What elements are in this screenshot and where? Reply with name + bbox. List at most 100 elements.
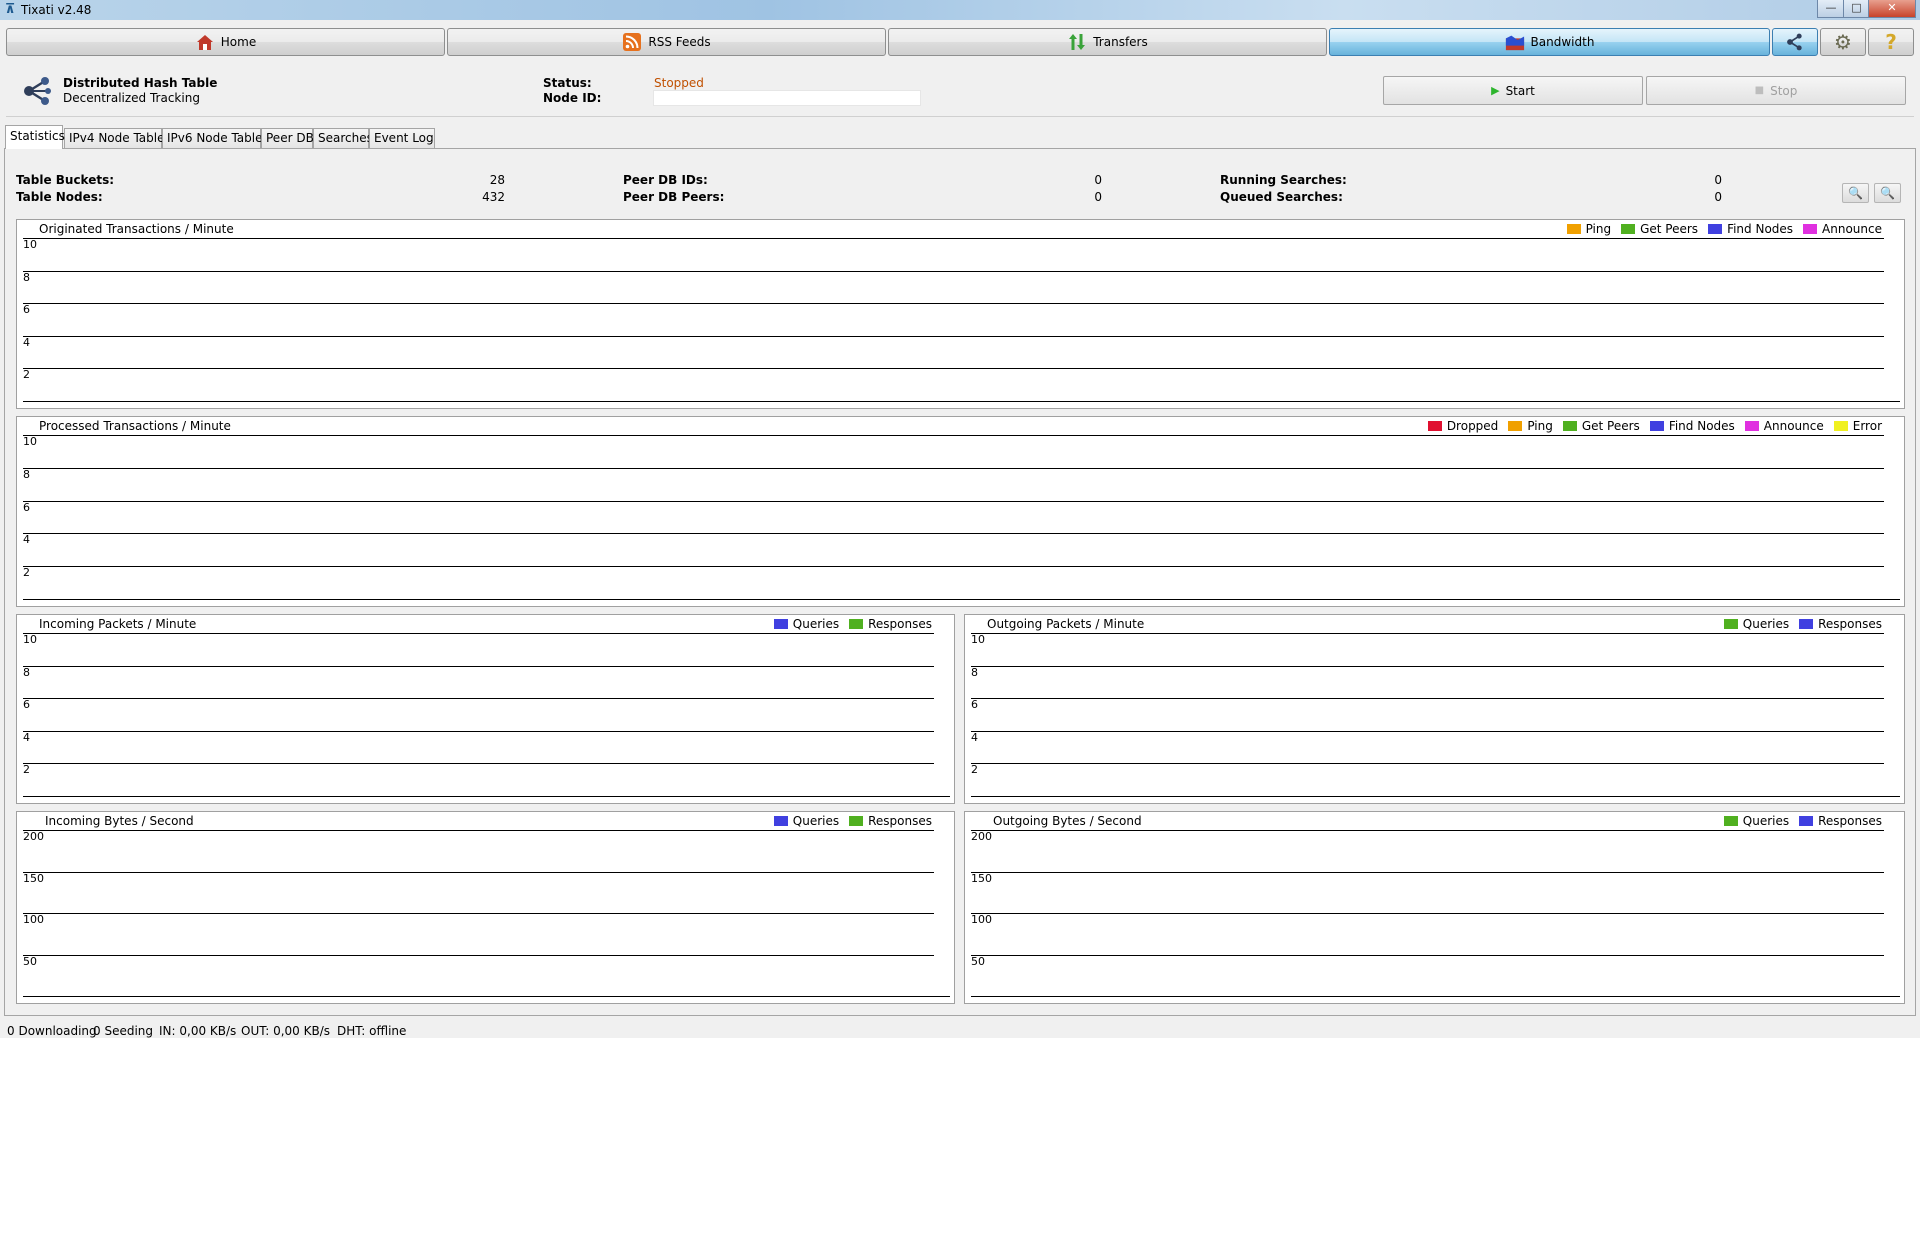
nav-dht-button[interactable] [1772, 28, 1818, 56]
y-tick-label: 50 [971, 955, 985, 968]
rss-icon [622, 32, 642, 52]
chart-legend: Queries Responses [1723, 814, 1882, 828]
running-searches-label: Running Searches: [1220, 173, 1347, 187]
chart-legend: Ping Get Peers Find Nodes Announce [1566, 222, 1882, 236]
legend-label: Error [1852, 419, 1882, 433]
legend-swatch [849, 816, 864, 826]
table-buckets-value: 28 [489, 173, 505, 187]
gridline [23, 731, 934, 732]
gridline [23, 501, 1884, 502]
outgoing-packets-minute-chart: Outgoing Packets / Minute Queries Response… [964, 614, 1905, 804]
tab-peer-db[interactable]: Peer DB [261, 128, 314, 148]
tab-ipv6-node-table[interactable]: IPv6 Node Table [162, 128, 263, 148]
nav-help-button[interactable]: ? [1868, 28, 1914, 56]
legend-swatch [1621, 224, 1636, 234]
legend-item-responses: Responses [849, 617, 932, 631]
gridline [971, 872, 1884, 873]
chart-legend: Queries Responses [773, 617, 932, 631]
gridline [23, 303, 1884, 304]
close-button[interactable]: ✕ [1868, 0, 1916, 18]
gridline [23, 368, 1884, 369]
gridline [23, 336, 1884, 337]
y-tick-label: 100 [971, 913, 992, 926]
legend-swatch [1708, 224, 1723, 234]
nav-home-button[interactable]: Home [6, 28, 445, 56]
legend-label: Queries [792, 814, 840, 828]
nav-bandwidth-button[interactable]: Bandwidth [1329, 28, 1770, 56]
legend-label: Responses [868, 814, 932, 828]
legend-swatch [1566, 224, 1581, 234]
legend-swatch [1508, 421, 1523, 431]
nav-rss-button[interactable]: RSS Feeds [447, 28, 886, 56]
legend-label: Responses [868, 617, 932, 631]
gridline [971, 763, 1884, 764]
zoom-in-button[interactable]: 🔍 [1842, 183, 1869, 203]
peer-db-ids-value: 0 [1094, 173, 1102, 187]
stop-icon: ■ [1754, 85, 1765, 96]
legend-item-ping: Ping [1508, 419, 1553, 433]
chart-title: Outgoing Packets / Minute [987, 617, 1145, 631]
legend-swatch [1723, 619, 1738, 629]
y-tick-label: 10 [23, 435, 37, 448]
dht-icon [20, 74, 54, 111]
incoming-packets-minute-chart: Incoming Packets / Minute Queries Response… [16, 614, 955, 804]
nav-settings-button[interactable]: ⚙ [1820, 28, 1866, 56]
legend-item-dropped: Dropped [1427, 419, 1499, 433]
legend-swatch [1799, 816, 1814, 826]
transfers-icon [1067, 32, 1087, 52]
legend-swatch [1833, 421, 1848, 431]
y-tick-label: 2 [971, 763, 978, 776]
tab-searches[interactable]: Searches [313, 128, 373, 148]
start-label: Start [1505, 83, 1535, 98]
dht-subtitle: Decentralized Tracking [63, 91, 200, 105]
zoom-out-button[interactable]: 🔍 [1874, 183, 1901, 203]
originated-transactions-minute-chart: Originated Transactions / Minute Ping Get … [16, 219, 1905, 409]
legend-label: Dropped [1446, 419, 1499, 433]
bandwidth-icon [1505, 32, 1525, 52]
gridline [23, 533, 1884, 534]
stop-label: Stop [1770, 83, 1798, 98]
table-nodes-label: Table Nodes: [16, 190, 103, 204]
gridline [971, 731, 1884, 732]
x-axis-line [971, 796, 1900, 797]
x-axis-line [23, 599, 1900, 600]
tab-statistics[interactable]: Statistics [5, 125, 65, 149]
start-button[interactable]: ▶ Start [1383, 76, 1643, 105]
minimize-button[interactable]: — [1817, 0, 1845, 18]
y-tick-label: 8 [23, 666, 30, 679]
queued-searches-label: Queued Searches: [1220, 190, 1343, 204]
legend-label: Ping [1527, 419, 1553, 433]
legend-item-responses: Responses [1799, 814, 1882, 828]
node-id-field[interactable] [653, 90, 921, 106]
legend-label: Responses [1818, 617, 1882, 631]
legend-label: Announce [1822, 222, 1882, 236]
node-id-label: Node ID: [543, 91, 602, 105]
tab-ipv4-node-table[interactable]: IPv4 Node Table [64, 128, 165, 148]
legend-swatch [773, 816, 788, 826]
y-tick-label: 4 [23, 336, 30, 349]
legend-label: Find Nodes [1668, 419, 1735, 433]
stop-button[interactable]: ■ Stop [1646, 76, 1906, 105]
status-label: Status: [543, 76, 592, 90]
title-bar[interactable]: ⊼ Tixati v2.48 — □ ✕ [0, 0, 1920, 20]
peer-db-peers-label: Peer DB Peers: [623, 190, 725, 204]
processed-transactions-minute-chart: Processed Transactions / Minute Dropped Pi… [16, 416, 1905, 607]
running-searches-value: 0 [1714, 173, 1722, 187]
legend-item-find-nodes: Find Nodes [1708, 222, 1793, 236]
maximize-button[interactable]: □ [1843, 0, 1870, 18]
app-icon: ⊼ [4, 2, 16, 17]
chart-title: Outgoing Bytes / Second [993, 814, 1142, 828]
gridline [971, 913, 1884, 914]
zoom-in-icon: 🔍 [1848, 186, 1863, 200]
home-icon [195, 32, 215, 52]
y-tick-label: 4 [23, 731, 30, 744]
nav-transfers-button[interactable]: Transfers [888, 28, 1327, 56]
table-nodes-value: 432 [482, 190, 505, 204]
legend-label: Get Peers [1640, 222, 1699, 236]
tab-event-log[interactable]: Event Log [369, 128, 435, 148]
status-in-rate: IN: 0,00 KB/s [159, 1024, 237, 1038]
chart-title: Processed Transactions / Minute [39, 419, 231, 433]
nav-transfers-label: Transfers [1093, 35, 1148, 49]
legend-item-queries: Queries [1723, 814, 1789, 828]
chart-legend: Queries Responses [1723, 617, 1882, 631]
